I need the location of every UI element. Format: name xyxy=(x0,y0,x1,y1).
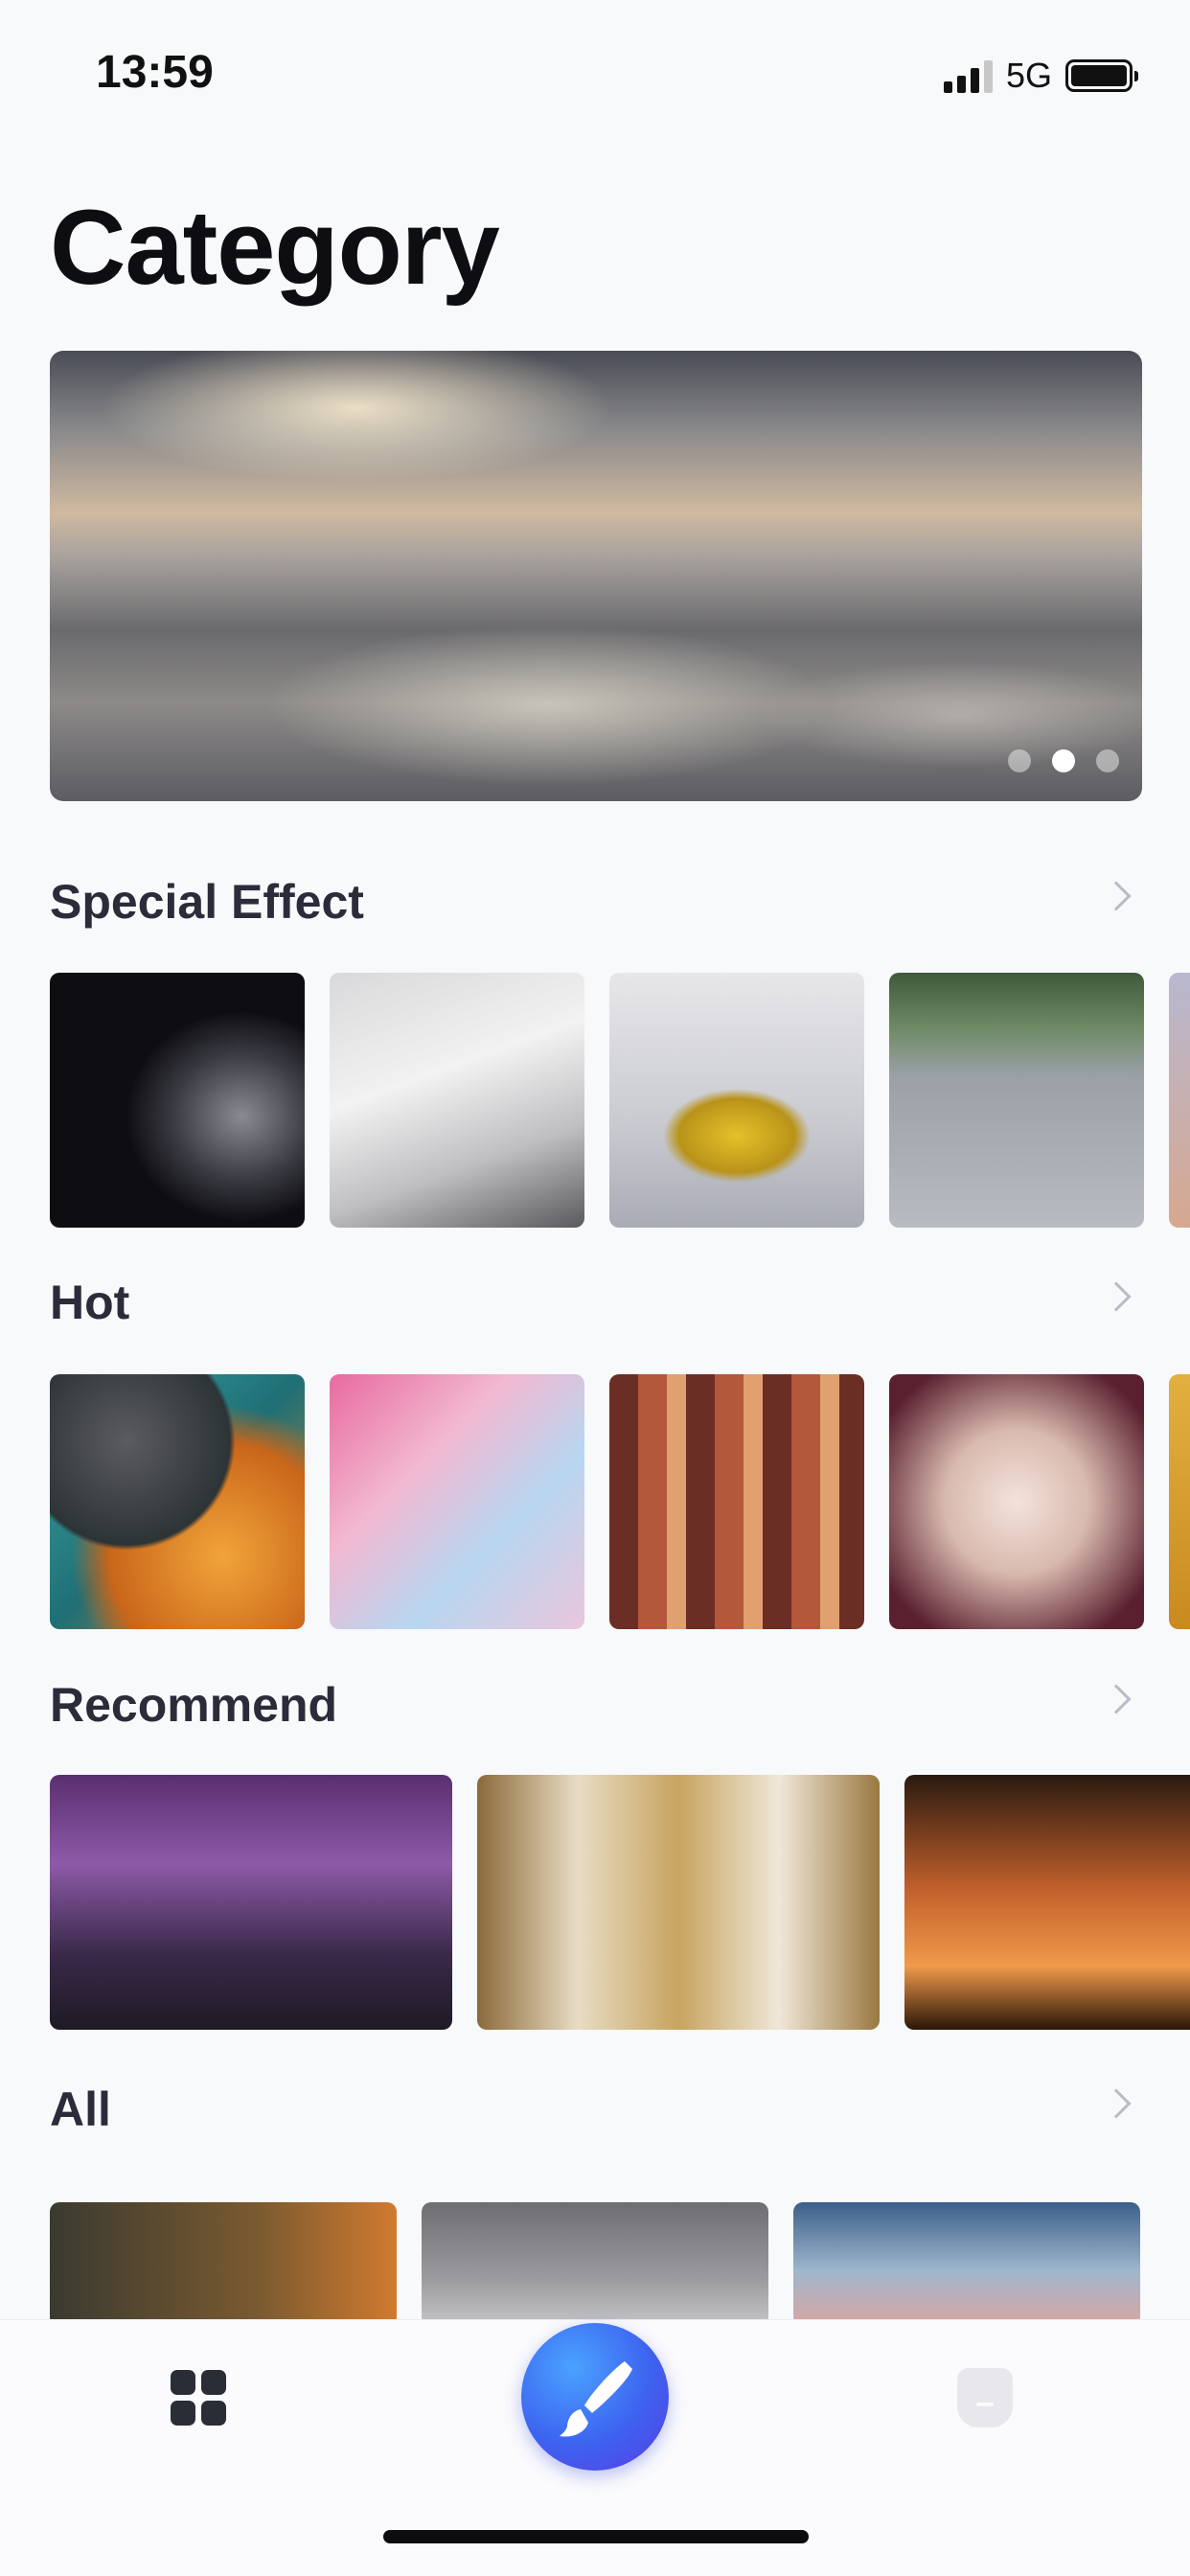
section-header-recommend[interactable]: Recommend xyxy=(50,1677,1142,1735)
thumbnail-amber-rocks[interactable] xyxy=(50,1374,305,1629)
banner-carousel[interactable] xyxy=(50,351,1142,801)
special-effect-list xyxy=(50,973,1190,1228)
section-header-hot[interactable]: Hot xyxy=(50,1275,1142,1332)
all-list xyxy=(50,2202,1190,2327)
chevron-right-icon[interactable] xyxy=(1101,1281,1132,1312)
chevron-right-icon[interactable] xyxy=(1101,1684,1132,1714)
chevron-right-icon[interactable] xyxy=(1101,881,1132,911)
section-header-all[interactable]: All xyxy=(50,2082,1142,2139)
section-title: Hot xyxy=(50,1276,130,1329)
thumbnail-supercars[interactable] xyxy=(889,973,1144,1228)
thumbnail-yellow-car[interactable] xyxy=(609,973,864,1228)
cellular-signal-icon xyxy=(943,58,993,93)
thumbnail-partial[interactable] xyxy=(1169,973,1190,1228)
thumbnail-white-car[interactable] xyxy=(330,973,584,1228)
status-time: 13:59 xyxy=(96,47,214,98)
thumbnail-autumn[interactable] xyxy=(50,2202,397,2327)
create-button[interactable] xyxy=(521,2323,669,2471)
thumbnail-palms[interactable] xyxy=(904,1775,1190,2030)
status-bar: 13:59 5G xyxy=(0,0,1190,144)
thumbnail-partial[interactable] xyxy=(1169,1374,1190,1629)
section-header-special-effect[interactable]: Special Effect xyxy=(50,874,1142,932)
grid-icon[interactable] xyxy=(171,2370,226,2426)
thumbnail-sky[interactable] xyxy=(793,2202,1140,2327)
thumbnail-cubes[interactable] xyxy=(609,1374,864,1629)
profile-icon[interactable] xyxy=(957,2368,1013,2427)
carousel-dot[interactable] xyxy=(1008,749,1031,772)
carousel-page-indicator xyxy=(1008,749,1119,772)
thumbnail-crystal[interactable] xyxy=(889,1374,1144,1629)
page-title: Category xyxy=(50,189,500,307)
network-type: 5G xyxy=(1005,56,1052,95)
thumbnail-clouds[interactable] xyxy=(422,2202,768,2327)
section-title: Special Effect xyxy=(50,875,364,929)
thumbnail-palace[interactable] xyxy=(477,1775,880,2030)
section-title: All xyxy=(50,2082,111,2136)
status-indicators: 5G xyxy=(943,56,1138,96)
brush-icon xyxy=(560,2361,632,2437)
carousel-dot-active[interactable] xyxy=(1052,749,1075,772)
thumbnail-dragon[interactable] xyxy=(50,1775,452,2030)
thumbnail-pastel-bubbles[interactable] xyxy=(330,1374,584,1629)
hot-list xyxy=(50,1374,1190,1629)
section-title: Recommend xyxy=(50,1678,338,1732)
thumbnail-headlight[interactable] xyxy=(50,973,305,1228)
recommend-list xyxy=(50,1775,1190,2030)
carousel-dot[interactable] xyxy=(1096,749,1119,772)
chevron-right-icon[interactable] xyxy=(1101,2088,1132,2119)
battery-icon xyxy=(1065,59,1138,92)
home-indicator xyxy=(383,2530,809,2543)
